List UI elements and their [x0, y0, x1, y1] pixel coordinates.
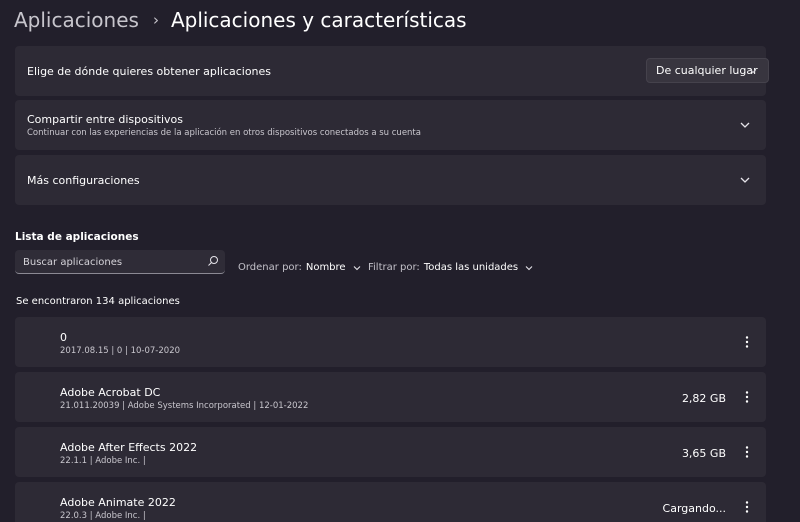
sort-dropdown[interactable]: Ordenar por: Nombre [238, 262, 362, 273]
app-source-dropdown-value: De cualquier lugar [656, 64, 758, 77]
app-name: Adobe Acrobat DC [60, 386, 161, 399]
chevron-down-icon[interactable] [738, 173, 752, 187]
more-vertical-icon[interactable] [740, 499, 754, 515]
list-item[interactable]: Adobe Acrobat DC 21.011.20039 | Adobe Sy… [15, 372, 766, 422]
app-name: 0 [60, 331, 67, 344]
filter-dropdown[interactable]: Filtrar por: Todas las unidades [368, 262, 534, 273]
app-meta: 22.1.1 | Adobe Inc. | [60, 456, 146, 466]
app-name: Adobe Animate 2022 [60, 496, 176, 509]
more-settings-setting[interactable]: Más configuraciones [15, 155, 766, 205]
app-name: Adobe After Effects 2022 [60, 441, 198, 454]
app-meta: 2017.08.15 | 0 | 10-07-2020 [60, 346, 181, 356]
app-size: 2,82 GB [681, 392, 726, 405]
search-input[interactable] [15, 250, 210, 274]
app-source-dropdown[interactable]: De cualquier lugar [646, 58, 769, 83]
search-icon[interactable] [207, 255, 219, 267]
app-meta: 21.011.20039 | Adobe Systems Incorporate… [60, 401, 309, 411]
app-meta: 22.0.3 | Adobe Inc. | [60, 511, 146, 521]
app-count: Se encontraron 134 aplicaciones [16, 296, 180, 307]
app-size: Cargando... [662, 502, 726, 515]
more-settings-title: Más configuraciones [27, 174, 140, 187]
more-vertical-icon[interactable] [740, 444, 754, 460]
chevron-down-icon [353, 265, 360, 270]
sort-value: Nombre [305, 262, 346, 273]
page-title: Aplicaciones y características [170, 8, 467, 32]
share-devices-subtitle: Continuar con las experiencias de la apl… [27, 128, 421, 138]
breadcrumb: Aplicaciones › Aplicaciones y caracterís… [14, 4, 467, 36]
app-source-label: Elige de dónde quieres obtener aplicacio… [27, 65, 272, 78]
filter-label: Filtrar por: [368, 262, 420, 273]
list-item[interactable]: Adobe Animate 2022 22.0.3 | Adobe Inc. |… [15, 482, 766, 522]
list-item[interactable]: Adobe After Effects 2022 22.1.1 | Adobe … [15, 427, 766, 477]
share-devices-title: Compartir entre dispositivos [27, 113, 183, 126]
list-item[interactable]: 0 2017.08.15 | 0 | 10-07-2020 [15, 317, 766, 367]
search-box[interactable] [15, 250, 225, 274]
chevron-down-icon [749, 69, 757, 74]
chevron-down-icon[interactable] [738, 118, 752, 132]
share-devices-setting[interactable]: Compartir entre dispositivos Continuar c… [15, 100, 766, 150]
breadcrumb-separator: › [152, 11, 159, 29]
breadcrumb-parent-link[interactable]: Aplicaciones [14, 8, 139, 32]
app-list-heading: Lista de aplicaciones [15, 231, 139, 243]
filter-value: Todas las unidades [423, 262, 519, 273]
more-vertical-icon[interactable] [740, 334, 754, 350]
sort-label: Ordenar por: [238, 262, 302, 273]
more-vertical-icon[interactable] [740, 389, 754, 405]
app-source-setting: Elige de dónde quieres obtener aplicacio… [15, 46, 769, 96]
chevron-down-icon [525, 265, 533, 270]
app-size: 3,65 GB [681, 447, 726, 460]
